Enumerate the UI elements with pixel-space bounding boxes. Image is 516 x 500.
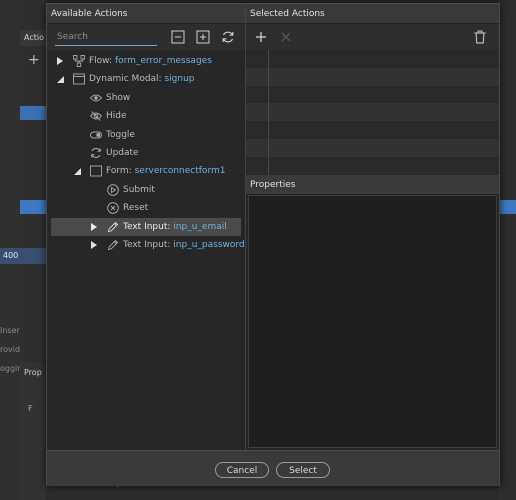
tree-item-form[interactable]: Form: serverconnectform1 [47, 162, 245, 180]
toggle-icon [90, 131, 102, 139]
list-row [246, 67, 499, 86]
tree-item-update[interactable]: Update [47, 144, 245, 162]
tree-item-type: Dynamic Modal: [89, 74, 162, 85]
tree-item-value: serverconnectform1 [134, 166, 226, 177]
selected-actions-title: Selected Actions [246, 4, 499, 24]
refresh-icon[interactable] [221, 30, 235, 44]
tree-item-value: form_error_messages [114, 56, 212, 66]
tree-item-reset[interactable]: Reset [47, 199, 245, 217]
dialog-footer: Cancel Select [47, 450, 499, 486]
list-row [246, 156, 499, 175]
list-row [246, 103, 499, 122]
tree-item-flow[interactable]: Flow: form_error_messages [47, 52, 245, 70]
tree-item-hide[interactable]: Hide [47, 107, 245, 125]
list-row [246, 138, 499, 157]
flow-icon [73, 55, 85, 67]
selected-actions-list[interactable] [246, 50, 499, 175]
chevron-right-icon[interactable] [90, 222, 98, 231]
pencil-icon [107, 239, 119, 251]
selected-actions-pane: Selected Actions Properties [246, 4, 499, 450]
available-actions-title: Available Actions [47, 4, 245, 24]
add-icon[interactable] [254, 30, 268, 44]
tree-item-label: Update [106, 147, 139, 158]
tree-item-dynamic-modal[interactable]: Dynamic Modal: signup [47, 70, 245, 88]
chevron-down-icon[interactable] [56, 75, 64, 84]
actions-tree: Flow: form_error_messages Dynamic Modal:… [47, 52, 245, 254]
tree-item-toggle[interactable]: Toggle [47, 126, 245, 144]
search-input[interactable] [55, 29, 157, 46]
available-actions-pane: Available Actions Search Flow: form_erro… [47, 4, 246, 450]
tree-item-value: signup [164, 74, 195, 85]
background-properties-panel: Prop F [20, 362, 46, 500]
background-selected-value[interactable]: 400 [0, 248, 49, 264]
list-row [246, 85, 499, 104]
tree-item-label: Show [106, 92, 131, 103]
refresh-icon [91, 148, 101, 158]
tree-item-text-input-email[interactable]: Text Input: inp_u_email [51, 217, 241, 236]
tree-item-label: Submit [123, 184, 155, 195]
tree-item-text-input-password[interactable]: Text Input: inp_u_password [47, 236, 245, 254]
expand-all-icon[interactable] [196, 30, 210, 44]
tree-item-label: Dynamic Modal: signup [89, 70, 195, 88]
tree-item-value: inp_u_email [173, 221, 227, 232]
background-text-2: rovid [0, 345, 21, 354]
collapse-all-icon[interactable] [171, 30, 185, 44]
tree-item-label: Flow: form_error_messages [89, 52, 212, 70]
properties-title: Properties [246, 175, 499, 195]
list-row [246, 50, 499, 68]
background-property-item: F [28, 404, 33, 413]
background-text-1: Inser [0, 326, 20, 335]
background-selected-row-2[interactable] [20, 200, 46, 214]
tree-item-label: Form: serverconnectform1 [106, 162, 225, 180]
tree-item-value: inp_u_password [173, 239, 245, 250]
play-circle-icon [107, 183, 119, 196]
background-add-icon[interactable]: + [28, 52, 40, 68]
tree-item-label: Text Input: inp_u_password [123, 236, 245, 254]
selected-actions-toolbar [246, 24, 499, 50]
tree-item-show[interactable]: Show [47, 89, 245, 107]
x-circle-icon [107, 202, 119, 214]
background-properties-header: Prop [24, 368, 42, 377]
tree-item-type: Text Input: [123, 239, 171, 250]
list-row [246, 121, 499, 139]
tree-item-label: Hide [106, 111, 127, 122]
remove-icon[interactable] [279, 30, 293, 44]
background-right-selected-row[interactable] [498, 200, 516, 214]
tree-item-label: Toggle [106, 129, 135, 140]
tree-item-type: Flow: [89, 56, 113, 66]
chevron-right-icon[interactable] [56, 57, 64, 65]
tree-item-type: Text Input: [123, 221, 171, 232]
select-button[interactable]: Select [276, 462, 330, 478]
select-action-dialog: Available Actions Search Flow: form_erro… [46, 3, 500, 486]
tree-item-label: Reset [123, 203, 149, 214]
tree-item-type: Form: [106, 166, 132, 177]
tree-item-label: Text Input: inp_u_email [123, 218, 227, 236]
properties-panel [248, 195, 497, 448]
tree-item-submit[interactable]: Submit [47, 181, 245, 199]
pencil-icon [107, 221, 119, 232]
background-text-3: oggin [0, 364, 23, 373]
background-selected-row[interactable] [20, 106, 46, 120]
eye-slash-icon [90, 111, 102, 121]
background-right-panel [498, 0, 516, 500]
list-divider [268, 50, 269, 175]
trash-icon[interactable] [473, 30, 487, 44]
eye-icon [90, 94, 102, 102]
chevron-right-icon[interactable] [90, 240, 98, 249]
form-icon [90, 165, 102, 177]
available-actions-toolbar [47, 24, 245, 50]
chevron-down-icon[interactable] [73, 167, 81, 176]
cancel-button[interactable]: Cancel [215, 462, 269, 478]
modal-icon [73, 73, 85, 85]
